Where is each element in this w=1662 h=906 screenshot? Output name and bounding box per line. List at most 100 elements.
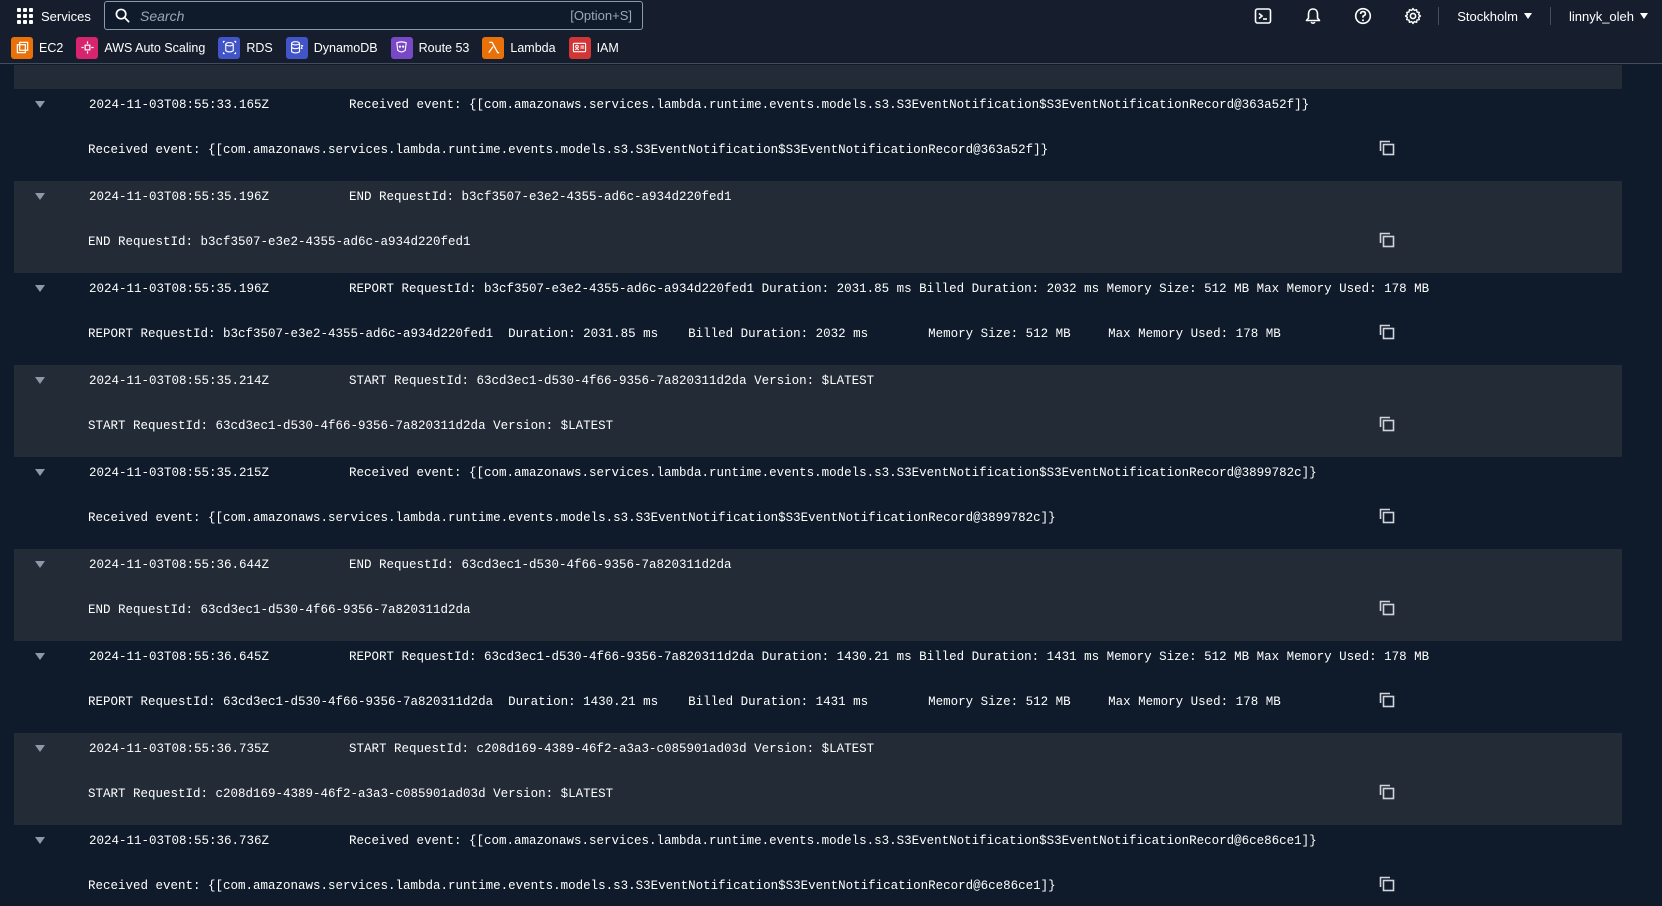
log-event-row[interactable]: 2024-11-03T08:55:35.196Z REPORT RequestI… (14, 273, 1622, 365)
log-event-row[interactable]: 2024-11-03T08:55:33.165Z Received event:… (14, 89, 1622, 181)
collapse-row-icon[interactable] (35, 101, 45, 108)
cloudshell-button[interactable] (1238, 0, 1288, 32)
favorite-label: Lambda (510, 40, 556, 55)
log-events-list: 2024-11-03T08:55:33.165Z Received event:… (14, 65, 1622, 906)
log-detail: Received event: {[com.amazonaws.services… (88, 511, 1056, 525)
copy-button[interactable] (1376, 689, 1398, 711)
ec2-icon (11, 36, 33, 59)
rds-icon (218, 36, 241, 59)
log-event-row[interactable]: 2024-11-03T08:55:36.644Z END RequestId: … (14, 549, 1622, 641)
services-menu-button[interactable]: Services (0, 0, 104, 32)
collapse-row-icon[interactable] (35, 745, 45, 752)
dynamodb-icon (285, 36, 308, 59)
log-timestamp: 2024-11-03T08:55:36.645Z (89, 650, 270, 664)
favorite-rds[interactable]: RDS (218, 36, 273, 59)
previous-row-partial (14, 65, 1622, 89)
cloudshell-icon (1254, 8, 1272, 24)
log-message: END RequestId: b3cf3507-e3e2-4355-ad6c-a… (349, 190, 732, 204)
log-event-row[interactable]: 2024-11-03T08:55:36.645Z REPORT RequestI… (14, 641, 1622, 733)
log-detail: END RequestId: 63cd3ec1-d530-4f66-9356-7… (88, 603, 471, 617)
nav-right-group: Stockholm linnyk_oleh (1238, 0, 1662, 32)
search-shortcut-hint: [Option+S] (570, 8, 632, 23)
help-button[interactable] (1338, 0, 1388, 32)
iam-icon (568, 36, 591, 59)
top-navigation: Services [Option+S] (0, 0, 1662, 32)
copy-button[interactable] (1376, 413, 1398, 435)
log-timestamp: 2024-11-03T08:55:33.165Z (89, 98, 270, 112)
log-message: START RequestId: c208d169-4389-46f2-a3a3… (349, 742, 875, 756)
bell-icon (1305, 8, 1321, 24)
copy-button[interactable] (1376, 137, 1398, 159)
log-timestamp: 2024-11-03T08:55:36.735Z (89, 742, 270, 756)
favorite-route53[interactable]: Route 53 (390, 36, 470, 59)
favorite-auto-scaling[interactable]: AWS Auto Scaling (76, 36, 205, 59)
log-event-row[interactable]: 2024-11-03T08:55:35.214Z START RequestId… (14, 365, 1622, 457)
log-detail: Received event: {[com.amazonaws.services… (88, 143, 1049, 157)
region-label: Stockholm (1457, 8, 1518, 24)
favorite-lambda[interactable]: Lambda (482, 36, 556, 59)
favorite-iam[interactable]: IAM (568, 36, 619, 59)
log-message: Received event: {[com.amazonaws.services… (349, 466, 1317, 480)
region-caret-icon (1523, 13, 1532, 19)
log-event-row[interactable]: 2024-11-03T08:55:36.735Z START RequestId… (14, 733, 1622, 825)
favorites-bar: EC2 AWS Auto Scaling RDS DynamoDB Route … (0, 32, 1662, 64)
log-event-row[interactable]: 2024-11-03T08:55:35.215Z Received event:… (14, 457, 1622, 549)
log-timestamp: 2024-11-03T08:55:36.644Z (89, 558, 270, 572)
log-timestamp: 2024-11-03T08:55:35.196Z (89, 282, 270, 296)
log-detail: END RequestId: b3cf3507-e3e2-4355-ad6c-a… (88, 235, 471, 249)
copy-button[interactable] (1376, 873, 1398, 895)
log-detail: REPORT RequestId: 63cd3ec1-d530-4f66-935… (88, 695, 1281, 709)
copy-icon (1379, 784, 1395, 800)
copy-icon (1379, 416, 1395, 432)
account-label: linnyk_oleh (1568, 8, 1634, 24)
copy-button[interactable] (1376, 229, 1398, 251)
favorite-ec2[interactable]: EC2 (11, 36, 63, 59)
search-input[interactable] (140, 3, 571, 28)
favorite-label: Route 53 (418, 40, 470, 55)
log-message: REPORT RequestId: b3cf3507-e3e2-4355-ad6… (349, 282, 1430, 296)
copy-icon (1379, 232, 1395, 248)
log-message: REPORT RequestId: 63cd3ec1-d530-4f66-935… (349, 650, 1430, 664)
copy-button[interactable] (1376, 505, 1398, 527)
log-event-row[interactable]: 2024-11-03T08:55:35.196Z END RequestId: … (14, 181, 1622, 273)
settings-button[interactable] (1388, 0, 1438, 32)
copy-button[interactable] (1376, 781, 1398, 803)
favorite-label: IAM (596, 40, 619, 55)
search-box[interactable]: [Option+S] (104, 1, 643, 30)
favorite-dynamodb[interactable]: DynamoDB (285, 36, 378, 59)
account-caret-icon (1640, 13, 1648, 19)
collapse-row-icon[interactable] (35, 193, 45, 200)
log-detail: Received event: {[com.amazonaws.services… (88, 879, 1056, 893)
route53-icon (390, 36, 413, 59)
help-icon (1355, 7, 1372, 25)
log-message: Received event: {[com.amazonaws.services… (349, 834, 1317, 848)
collapse-row-icon[interactable] (35, 377, 45, 384)
account-menu[interactable]: linnyk_oleh (1551, 0, 1662, 32)
log-message: START RequestId: 63cd3ec1-d530-4f66-9356… (349, 374, 875, 388)
auto-scaling-icon (76, 36, 99, 59)
log-detail: START RequestId: c208d169-4389-46f2-a3a3… (88, 787, 614, 801)
log-message: END RequestId: 63cd3ec1-d530-4f66-9356-7… (349, 558, 732, 572)
collapse-row-icon[interactable] (35, 653, 45, 660)
log-event-row[interactable]: 2024-11-03T08:55:36.736Z Received event:… (14, 825, 1622, 906)
log-message: Received event: {[com.amazonaws.services… (349, 98, 1310, 112)
favorite-label: RDS (246, 40, 273, 55)
collapse-row-icon[interactable] (35, 837, 45, 844)
gear-icon (1405, 7, 1422, 25)
region-selector[interactable]: Stockholm (1439, 0, 1550, 32)
collapse-row-icon[interactable] (35, 285, 45, 292)
services-label: Services (41, 8, 91, 24)
collapse-row-icon[interactable] (35, 469, 45, 476)
copy-button[interactable] (1376, 597, 1398, 619)
copy-icon (1379, 600, 1395, 616)
collapse-row-icon[interactable] (35, 561, 45, 568)
notifications-button[interactable] (1288, 0, 1338, 32)
log-detail: START RequestId: 63cd3ec1-d530-4f66-9356… (88, 419, 614, 433)
log-detail: REPORT RequestId: b3cf3507-e3e2-4355-ad6… (88, 327, 1281, 341)
copy-button[interactable] (1376, 321, 1398, 343)
log-timestamp: 2024-11-03T08:55:35.196Z (89, 190, 270, 204)
search-icon (115, 8, 130, 23)
services-grid-icon (17, 8, 33, 24)
copy-icon (1379, 692, 1395, 708)
lambda-icon (482, 36, 505, 59)
